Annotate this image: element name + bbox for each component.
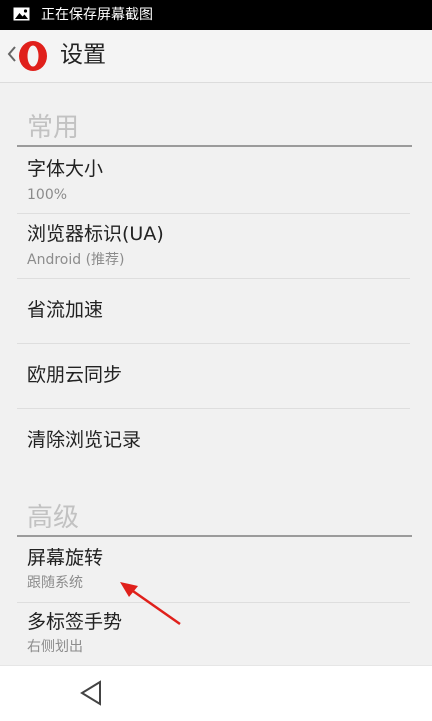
app-bar: 设置 — [0, 30, 432, 83]
section-header-label: 常用 — [27, 113, 80, 143]
setting-title: 字体大小 — [27, 158, 104, 180]
section-header-advanced: 高级 — [17, 503, 412, 537]
annotation-arrow-icon — [120, 582, 181, 626]
image-icon — [13, 7, 30, 21]
setting-screen-rotation[interactable]: 屏幕旋转 跟随系统 — [17, 538, 410, 603]
section-header-common: 常用 — [17, 113, 412, 147]
status-notification-text: 正在保存屏幕截图 — [41, 7, 153, 23]
setting-value: Android (推荐) — [27, 252, 125, 268]
setting-value: 跟随系统 — [27, 575, 83, 591]
setting-clear-history[interactable]: 清除浏览记录 — [17, 408, 410, 473]
setting-title: 欧朋云同步 — [27, 364, 123, 386]
section-header-label: 高级 — [27, 503, 80, 533]
setting-user-agent[interactable]: 浏览器标识(UA) Android (推荐) — [17, 213, 410, 279]
status-bar: 正在保存屏幕截图 — [0, 0, 432, 30]
chevron-left-icon[interactable] — [7, 42, 17, 66]
setting-title: 浏览器标识(UA) — [27, 223, 164, 245]
setting-value: 100% — [27, 187, 68, 203]
setting-title: 多标签手势 — [27, 611, 123, 633]
setting-title: 屏幕旋转 — [27, 547, 104, 569]
settings-list: 常用 字体大小 100% 浏览器标识(UA) Android (推荐) 省流加速… — [0, 83, 432, 665]
navigation-bar — [0, 665, 432, 721]
setting-cloud-sync[interactable]: 欧朋云同步 — [17, 343, 410, 409]
page-title: 设置 — [60, 42, 106, 68]
opera-logo[interactable] — [17, 40, 49, 72]
setting-value: 右侧划出 — [27, 639, 83, 655]
setting-font-size[interactable]: 字体大小 100% — [17, 148, 410, 214]
setting-tab-gestures[interactable]: 多标签手势 右侧划出 — [17, 602, 410, 665]
setting-title: 清除浏览记录 — [27, 429, 142, 451]
setting-data-saving[interactable]: 省流加速 — [17, 278, 410, 344]
setting-title: 省流加速 — [27, 299, 104, 321]
triangle-back-icon[interactable] — [79, 680, 103, 706]
